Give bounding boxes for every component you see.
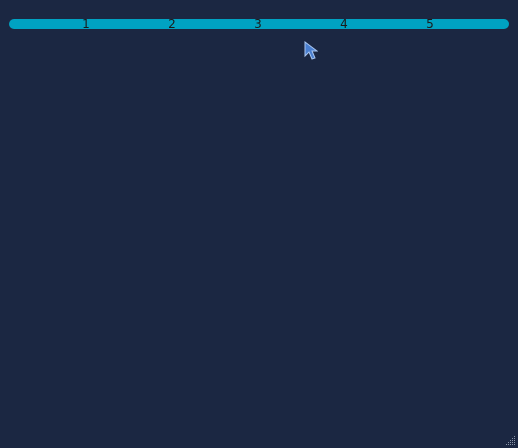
tick-label-4[interactable]: 4 bbox=[334, 16, 354, 32]
pointer-cursor-icon bbox=[304, 41, 318, 60]
tick-label-2[interactable]: 2 bbox=[162, 16, 182, 32]
app-window: 1 2 3 4 5 bbox=[0, 0, 518, 448]
tick-label-1[interactable]: 1 bbox=[76, 16, 96, 32]
tick-label-5[interactable]: 5 bbox=[420, 16, 440, 32]
tick-label-3[interactable]: 3 bbox=[248, 16, 268, 32]
resize-grip-icon[interactable] bbox=[504, 434, 516, 446]
